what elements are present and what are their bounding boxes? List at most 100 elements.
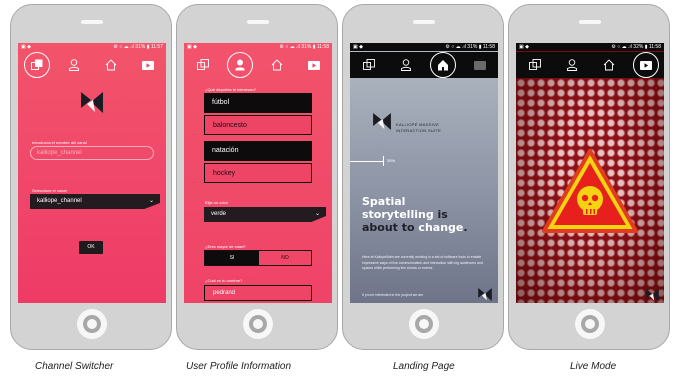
color-question-label: Elije un color (205, 200, 228, 205)
notification-icon: ▣ ◆ (187, 44, 197, 50)
chevron-down-icon: ⌄ (148, 198, 154, 204)
phone-home-button (409, 309, 439, 339)
headline-spatial: Spatial (362, 195, 406, 208)
headline-is: is (433, 208, 448, 221)
progress-line (350, 161, 384, 162)
ok-button[interactable]: OK (79, 241, 103, 254)
kalliope-small-logo-icon (478, 288, 492, 301)
user-icon (566, 59, 577, 71)
nav-user[interactable] (221, 52, 258, 78)
age-yes-button[interactable]: SI (205, 251, 259, 265)
sports-question-label: ¿Qué deportes te interesan? (205, 87, 256, 92)
landing-body-text: Here at KaliopeMain are currently workin… (362, 255, 483, 270)
brand-text: KALLIOPÉ MASSIVE INTERACTION SUITE (396, 122, 441, 134)
nav-bar (18, 52, 166, 78)
landing-headline: Spatial storytelling is about to change. (362, 195, 492, 234)
home-icon (603, 59, 614, 71)
progress-marker (383, 156, 384, 166)
age-question-label: ¿Eres mayor de edad? (205, 244, 246, 249)
landing-screen: ▣ ◆ ⚙ ○ ☁ .ıl 31% ▮ 11:58 KALLIOPÉ MASSI… (350, 43, 498, 303)
active-nav-highlight (632, 52, 659, 78)
live-mode-screen: ▣ ◆ ⚙ ○ ☁ .ıl 32% ▮ 11:58 (516, 43, 664, 303)
home-icon (271, 59, 282, 71)
nav-home[interactable] (92, 52, 129, 78)
user-icon (68, 59, 79, 71)
channel-switch-icon (196, 59, 209, 70)
chevron-down-icon: ⌄ (314, 211, 320, 217)
headline-change: change (418, 221, 464, 234)
nav-channel-switch[interactable] (184, 52, 221, 78)
channel-name-label: Introduzca el nombre del canal (32, 140, 87, 145)
nav-user[interactable] (553, 52, 590, 78)
home-icon (105, 59, 116, 71)
kalliope-logo-icon (81, 92, 103, 113)
nav-home[interactable] (424, 52, 461, 78)
nav-bar (516, 52, 664, 78)
caption-landing-page: Landing Page (393, 361, 455, 372)
kalliope-small-logo-icon (646, 289, 659, 301)
nav-channel-switch[interactable] (516, 52, 553, 78)
nav-user[interactable] (55, 52, 92, 78)
warning-skull-icon (542, 149, 638, 233)
headline-storytelling: storytelling (362, 208, 434, 221)
nav-live[interactable] (295, 52, 332, 78)
channel-select[interactable]: kalliope_channel ⌄ (30, 194, 160, 209)
headline-period: . (463, 221, 468, 234)
age-toggle: SI NO (204, 250, 312, 266)
user-profile-screen: ▣ ◆ ⚙ ○ ☁ .ıl 31% ▮ 11:58 ¿Qué deportes … (184, 43, 332, 303)
channel-switch-icon (362, 59, 375, 70)
phone-home-button (575, 309, 605, 339)
active-nav-highlight (429, 52, 456, 78)
caption-channel-switcher: Channel Switcher (35, 361, 114, 372)
channel-switch-icon (528, 59, 541, 70)
notification-icon: ▣ ◆ (353, 44, 363, 50)
phone-speaker (579, 20, 601, 24)
headline-about-to: about to (362, 221, 419, 234)
nav-user[interactable] (387, 52, 424, 78)
sport-option-futbol[interactable]: fútbol (204, 93, 312, 113)
name-input[interactable]: pedrand (204, 285, 312, 301)
color-select[interactable]: verde ⌄ (204, 207, 326, 222)
phone-speaker (413, 20, 435, 24)
kalliope-logo-icon (373, 113, 391, 130)
status-bar: ▣ ◆ ⚙ ○ ☁ .ıl 31% ▮ 11:57 (18, 43, 166, 51)
channel-name-input[interactable]: kalliope_channel (30, 146, 154, 160)
select-channel-label: Seleccione el canal (32, 188, 67, 193)
nav-live[interactable] (627, 52, 664, 78)
notification-icon: ▣ ◆ (21, 44, 31, 50)
phone-frame-live-mode: ▣ ◆ ⚙ ○ ☁ .ıl 32% ▮ 11:58 (508, 4, 670, 350)
nav-bar (350, 52, 498, 78)
sport-option-hockey[interactable]: hockey (204, 163, 312, 183)
phone-frame-landing: ▣ ◆ ⚙ ○ ☁ .ıl 31% ▮ 11:58 KALLIOPÉ MASSI… (342, 4, 504, 350)
user-icon (400, 59, 411, 71)
progress-text: 35% (387, 158, 396, 163)
nav-live[interactable] (129, 52, 166, 78)
live-icon (307, 60, 320, 70)
live-icon (473, 60, 486, 70)
name-question-label: ¿Cuál es tu nombre? (205, 278, 243, 283)
brand-line-2: INTERACTION SUITE (396, 128, 442, 133)
status-text: ⚙ ○ ☁ .ıl 31% ▮ 11:57 (113, 44, 163, 50)
sport-option-natacion[interactable]: natación (204, 141, 312, 161)
phone-home-button (243, 309, 273, 339)
status-bar: ▣ ◆ ⚙ ○ ☁ .ıl 32% ▮ 11:58 (516, 43, 664, 51)
color-select-value: verde (211, 211, 227, 217)
live-icon (141, 60, 154, 70)
age-no-button[interactable]: NO (259, 251, 311, 265)
notification-icon: ▣ ◆ (519, 44, 529, 50)
nav-channel-switch[interactable] (18, 52, 55, 78)
caption-live-mode: Live Mode (570, 361, 617, 372)
nav-live[interactable] (461, 52, 498, 78)
phone-speaker (247, 20, 269, 24)
channel-switcher-screen: ▣ ◆ ⚙ ○ ☁ .ıl 31% ▮ 11:57 Introduzca el … (18, 43, 166, 303)
nav-home[interactable] (590, 52, 627, 78)
nav-channel-switch[interactable] (350, 52, 387, 78)
sport-option-baloncesto[interactable]: baloncesto (204, 115, 312, 135)
channel-select-value: kalliope_channel (37, 198, 82, 204)
nav-home[interactable] (258, 52, 295, 78)
status-text: ⚙ ○ ☁ .ıl 32% ▮ 11:58 (611, 44, 661, 50)
phone-frame-user-profile: ▣ ◆ ⚙ ○ ☁ .ıl 31% ▮ 11:58 ¿Qué deportes … (176, 4, 338, 350)
landing-body-text-2: If you're interested in the project we a… (362, 293, 424, 297)
status-text: ⚙ ○ ☁ .ıl 31% ▮ 11:58 (445, 44, 495, 50)
caption-user-profile: User Profile Information (186, 361, 292, 372)
